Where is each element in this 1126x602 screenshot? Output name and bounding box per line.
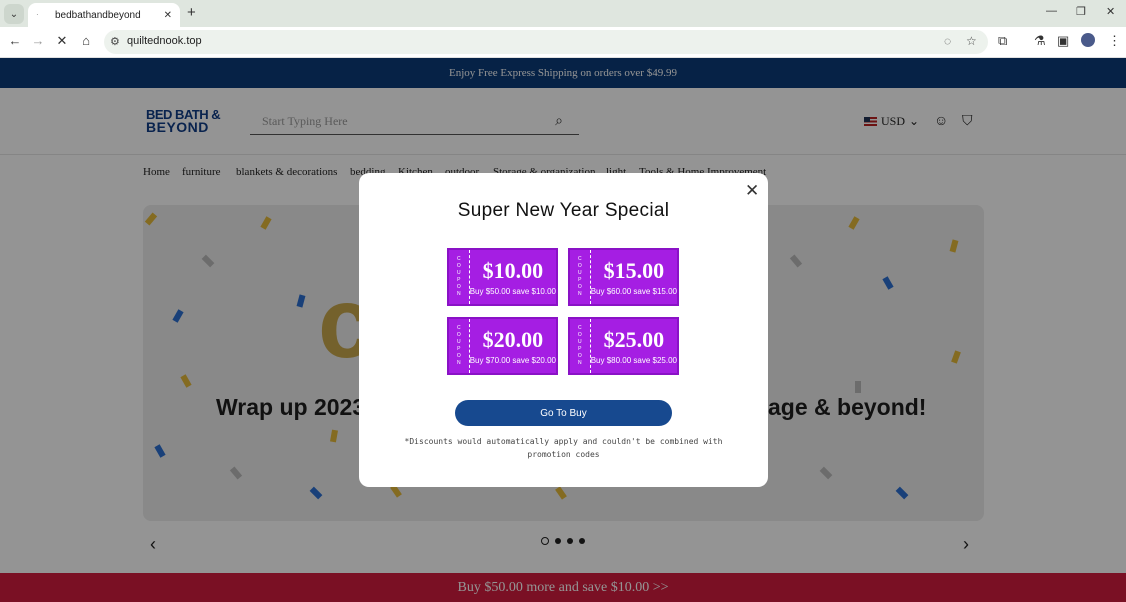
go-to-buy-button[interactable]: Go To Buy: [455, 400, 672, 426]
menu-kebab-icon[interactable]: ⋮: [1108, 33, 1121, 49]
home-icon[interactable]: ⌂: [77, 33, 95, 48]
tab-favicon: ·: [36, 10, 39, 19]
extensions-icon[interactable]: ⧉: [998, 33, 1007, 49]
eye-off-icon[interactable]: ◌: [944, 34, 951, 48]
forward-icon[interactable]: →: [29, 33, 47, 48]
coupon-card[interactable]: COUPON $20.00 Buy $70.00 save $20.00: [447, 317, 558, 375]
restore-icon[interactable]: ❐: [1076, 5, 1086, 18]
new-tab-icon[interactable]: +: [187, 5, 196, 21]
coupon-side-label: COUPON: [570, 319, 591, 373]
tab-title: bedbathandbeyond: [55, 9, 141, 21]
coupon-side-label: COUPON: [570, 250, 591, 304]
coupon-desc: Buy $80.00 save $25.00: [590, 355, 677, 365]
discount-note: *Discounts would automatically apply and…: [404, 437, 723, 459]
sidepanel-icon[interactable]: ▣: [1057, 33, 1069, 49]
bookmark-star-icon[interactable]: ☆: [966, 34, 977, 48]
tab-close-icon[interactable]: ✕: [164, 10, 172, 21]
coupon-desc: Buy $50.00 save $10.00: [469, 286, 556, 296]
profile-avatar[interactable]: [1081, 33, 1095, 47]
coupon-card[interactable]: COUPON $15.00 Buy $60.00 save $15.00: [568, 248, 679, 306]
browser-tab[interactable]: · bedbathandbeyond ✕: [28, 3, 180, 27]
coupon-side-label: COUPON: [449, 319, 470, 373]
url-text[interactable]: quiltednook.top: [127, 35, 202, 47]
coupon-card[interactable]: COUPON $10.00 Buy $50.00 save $10.00: [447, 248, 558, 306]
coupon-card[interactable]: COUPON $25.00 Buy $80.00 save $25.00: [568, 317, 679, 375]
coupon-desc: Buy $60.00 save $15.00: [590, 286, 677, 296]
promo-modal: ✕ Super New Year Special COUPON $10.00 B…: [359, 173, 768, 487]
browser-tabstrip: ⌄ · bedbathandbeyond ✕ + — ❐ ✕: [0, 0, 1126, 27]
tab-search-button[interactable]: ⌄: [4, 4, 24, 24]
browser-toolbar: ← → ✕ ⌂ ⚙ quiltednook.top ◌ ☆ ⧉ ⚗ ▣ ⋮: [0, 27, 1126, 58]
modal-close-icon[interactable]: ✕: [745, 182, 759, 200]
modal-title: Super New Year Special: [457, 200, 670, 221]
stop-loading-icon[interactable]: ✕: [53, 33, 71, 49]
coupon-amount: $20.00: [482, 326, 544, 352]
coupon-side-label: COUPON: [449, 250, 470, 304]
labs-icon[interactable]: ⚗: [1034, 33, 1046, 49]
window-close-icon[interactable]: ✕: [1106, 5, 1115, 18]
address-bar[interactable]: ⚙ quiltednook.top ◌ ☆: [104, 30, 988, 54]
minimize-icon[interactable]: —: [1046, 5, 1057, 17]
site-info-icon[interactable]: ⚙: [110, 35, 120, 48]
coupon-amount: $15.00: [603, 257, 665, 283]
coupon-amount: $10.00: [482, 257, 544, 283]
coupon-desc: Buy $70.00 save $20.00: [469, 355, 556, 365]
back-icon[interactable]: ←: [6, 33, 24, 48]
coupon-amount: $25.00: [603, 326, 665, 352]
